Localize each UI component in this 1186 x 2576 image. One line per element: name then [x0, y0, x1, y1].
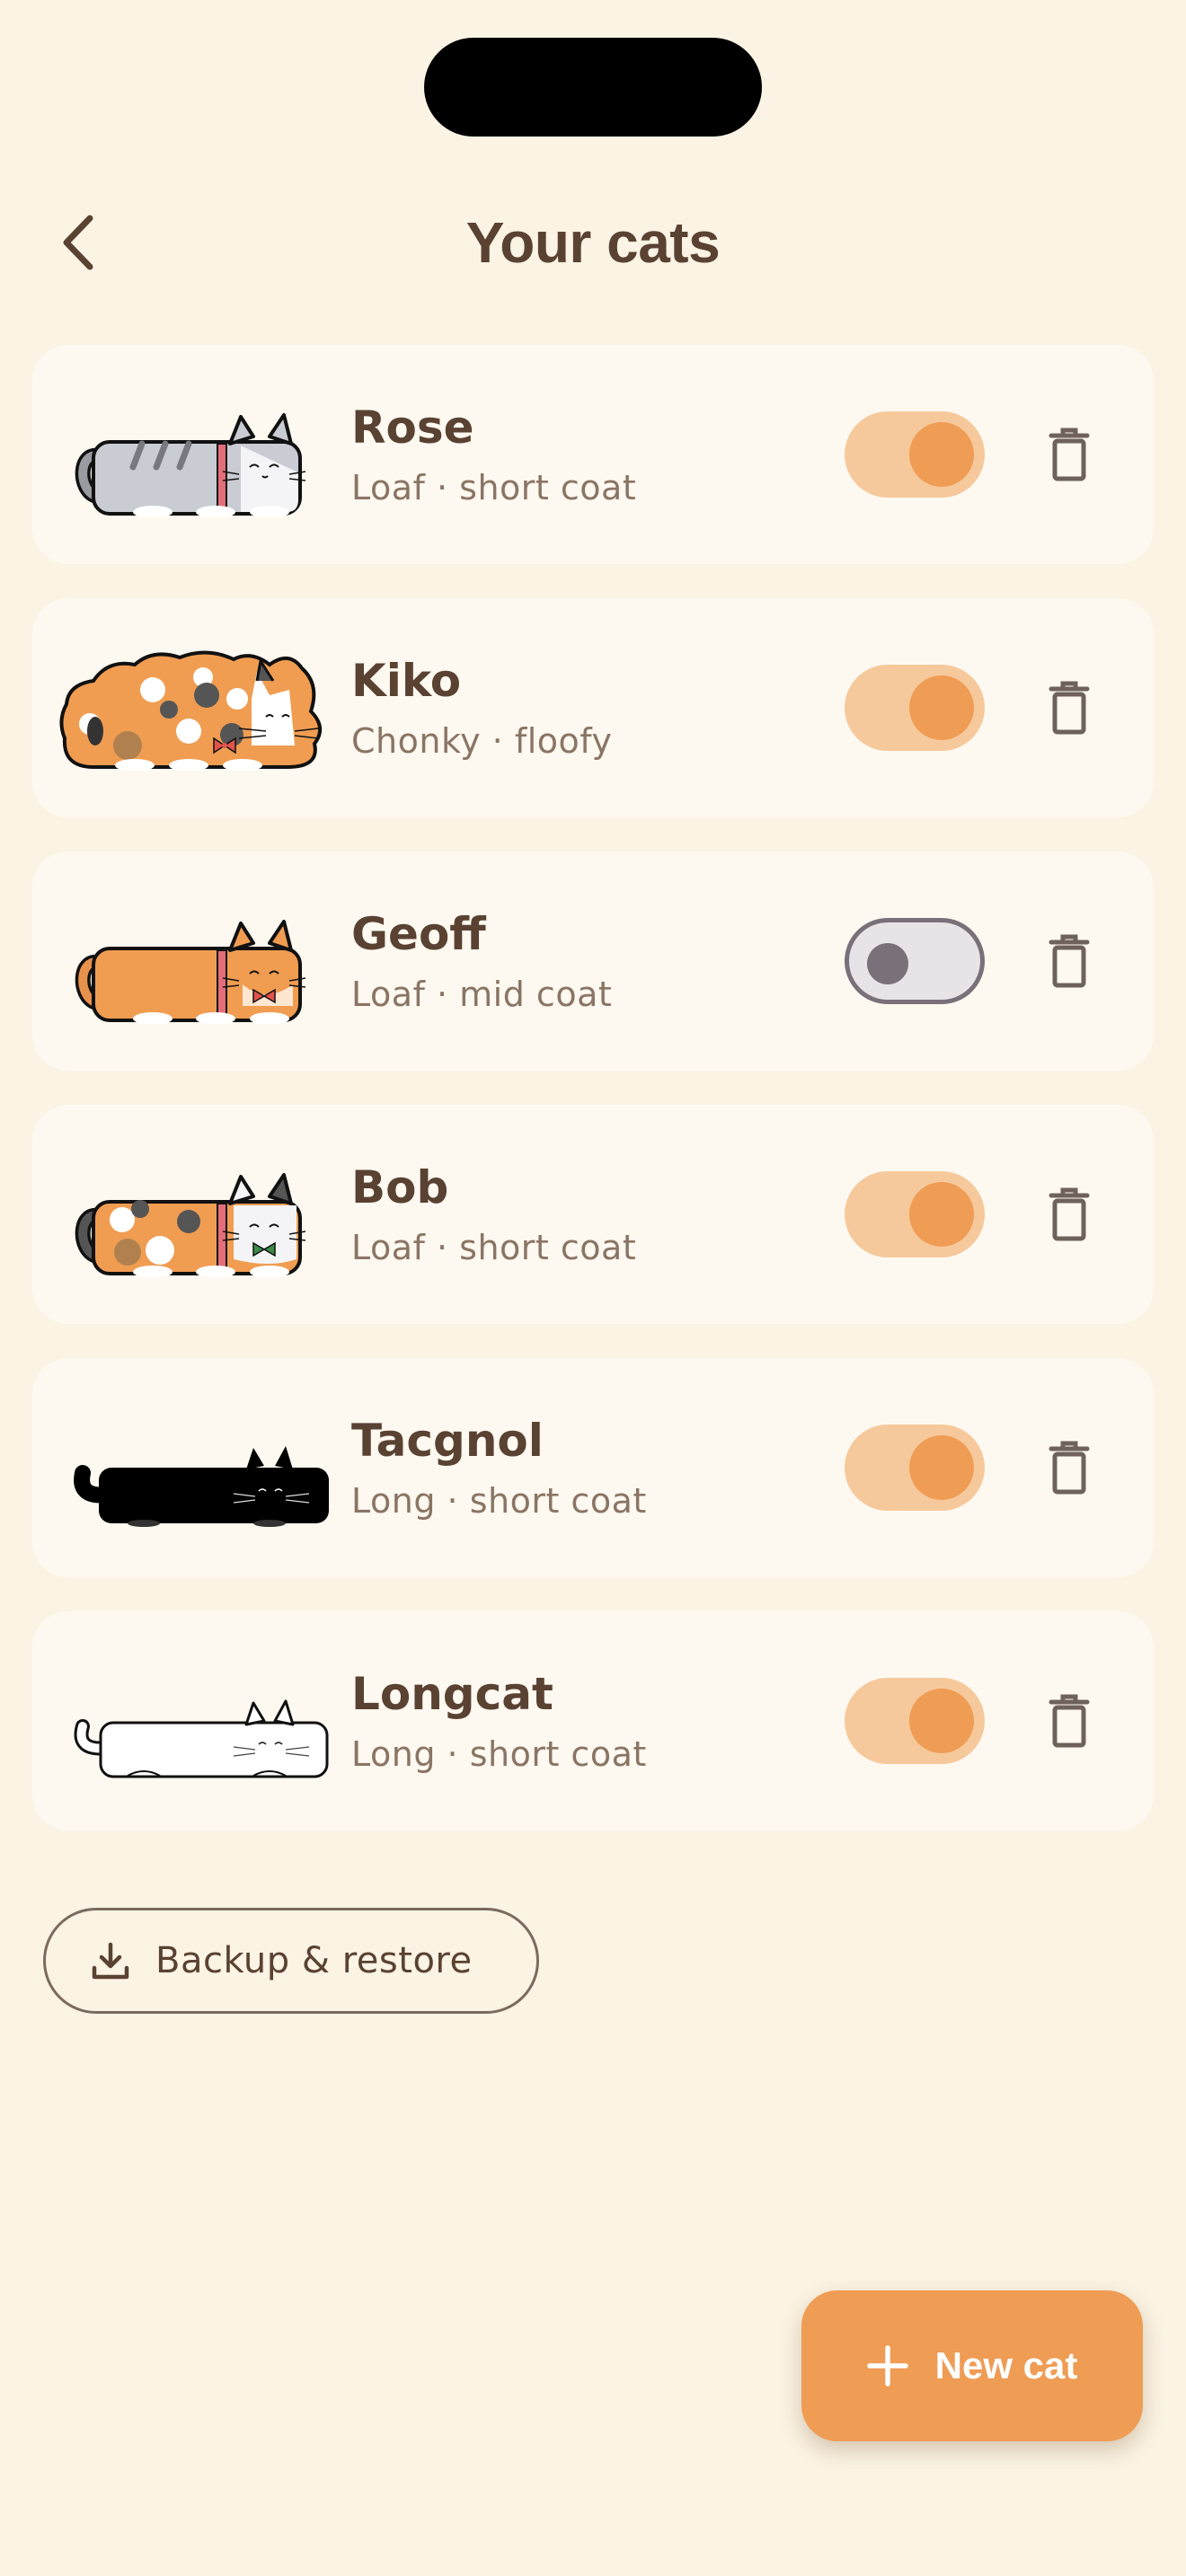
cat-card[interactable]: Rose Loaf · short coat: [32, 345, 1154, 564]
cat-name: Kiko: [351, 655, 462, 707]
cat-illustration: [74, 1699, 329, 1778]
cat-enabled-toggle[interactable]: [845, 918, 985, 1004]
cat-list: Rose Loaf · short coat Kiko Chonky · flo…: [32, 345, 1154, 1865]
cat-card[interactable]: Geoff Loaf · mid coat: [32, 851, 1154, 1071]
cat-name: Geoff: [351, 908, 486, 960]
trash-icon: [1049, 934, 1090, 988]
cat-enabled-toggle[interactable]: [845, 1425, 985, 1511]
cat-card[interactable]: Kiko Chonky · floofy: [32, 598, 1154, 817]
delete-cat-button[interactable]: [1033, 925, 1105, 997]
trash-icon: [1049, 1187, 1090, 1241]
new-cat-label: New cat: [934, 2344, 1078, 2386]
cat-illustration: [75, 413, 306, 517]
trash-icon: [1049, 428, 1090, 481]
backup-restore-label: Backup & restore: [155, 1940, 473, 1981]
cat-details: Loaf · mid coat: [351, 975, 613, 1014]
cat-card[interactable]: Bob Loaf · short coat: [32, 1105, 1154, 1324]
cat-card[interactable]: Longcat Long · short coat: [32, 1611, 1154, 1831]
cat-enabled-toggle[interactable]: [845, 1678, 985, 1764]
cat-illustration: [75, 920, 306, 1024]
cat-details: Loaf · short coat: [351, 468, 637, 507]
delete-cat-button[interactable]: [1033, 1432, 1105, 1504]
cat-enabled-toggle[interactable]: [845, 665, 985, 751]
toggle-knob: [909, 1689, 974, 1753]
download-icon: [92, 1942, 129, 1980]
cat-name: Bob: [351, 1161, 449, 1213]
trash-icon: [1049, 1694, 1090, 1748]
trash-icon: [1049, 1441, 1090, 1495]
cat-enabled-toggle[interactable]: [845, 411, 985, 498]
cat-enabled-toggle[interactable]: [845, 1171, 985, 1257]
new-cat-button[interactable]: New cat: [801, 2290, 1143, 2441]
cat-name: Longcat: [351, 1668, 553, 1720]
trash-icon: [1049, 681, 1090, 735]
cat-details: Long · short coat: [351, 1481, 647, 1521]
cat-illustration: [75, 1173, 306, 1277]
page-title: Your cats: [465, 210, 721, 275]
toggle-knob: [909, 422, 974, 487]
delete-cat-button[interactable]: [1033, 419, 1105, 490]
header: Your cats: [0, 198, 1186, 287]
cat-illustration: [74, 1446, 329, 1527]
cat-name: Rose: [351, 401, 474, 454]
plus-icon: [866, 2345, 908, 2386]
cat-illustration: [59, 650, 322, 771]
delete-cat-button[interactable]: [1033, 1685, 1105, 1757]
toggle-knob: [909, 1182, 974, 1247]
toggle-knob: [867, 943, 908, 984]
dynamic-island: [424, 38, 762, 137]
cat-card[interactable]: Tacgnol Long · short coat: [32, 1358, 1154, 1577]
delete-cat-button[interactable]: [1033, 1178, 1105, 1250]
delete-cat-button[interactable]: [1033, 672, 1105, 744]
toggle-knob: [909, 1435, 974, 1500]
cat-details: Loaf · short coat: [351, 1228, 637, 1267]
backup-restore-button[interactable]: Backup & restore: [43, 1908, 539, 2014]
toggle-knob: [909, 675, 974, 740]
cat-details: Long · short coat: [351, 1734, 647, 1774]
cat-name: Tacgnol: [351, 1415, 544, 1467]
cat-details: Chonky · floofy: [351, 721, 613, 761]
